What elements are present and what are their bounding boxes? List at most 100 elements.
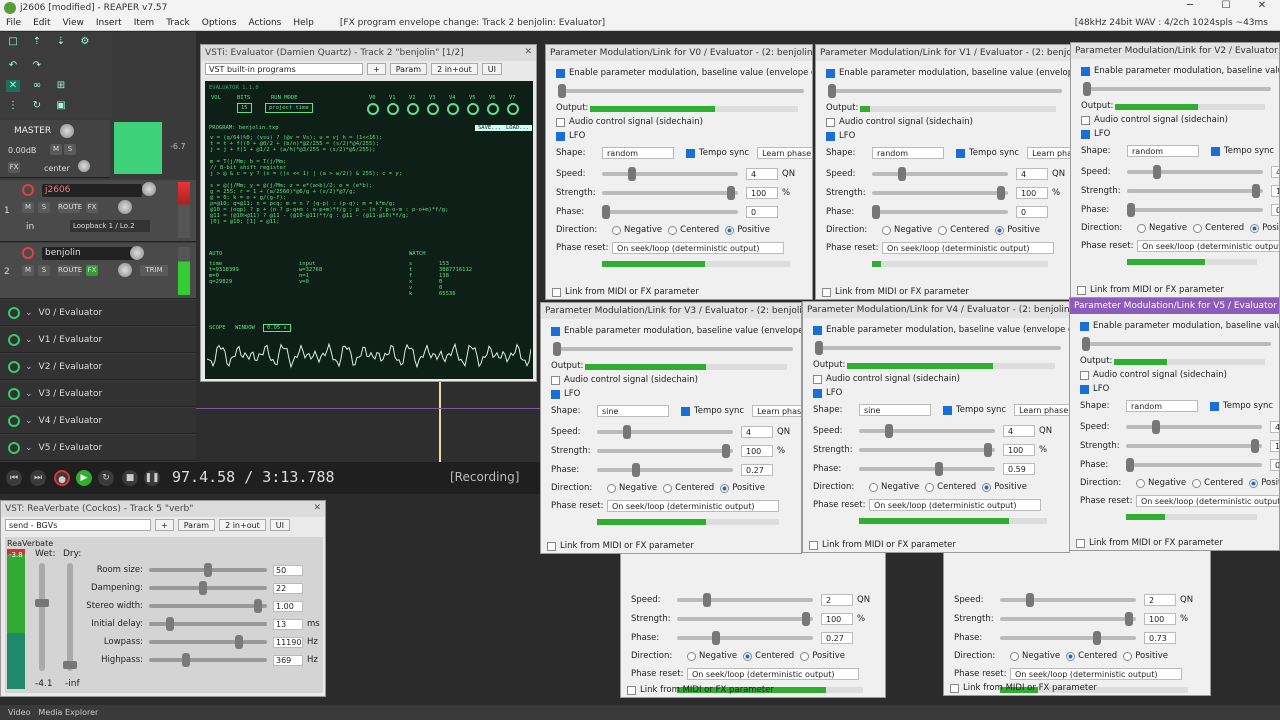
- track-2[interactable]: 2 benjolin M S ROUTE FX TRIM: [0, 243, 196, 299]
- speed-slider[interactable]: [1127, 165, 1263, 179]
- direction-centered-radio[interactable]: [663, 483, 673, 493]
- minimize-icon[interactable]: ─: [1172, 0, 1208, 11]
- direction-positive-radio[interactable]: [1250, 223, 1260, 233]
- baseline-slider[interactable]: [558, 84, 804, 98]
- direction-negative-radio[interactable]: [1136, 478, 1145, 488]
- link-checkbox[interactable]: [1076, 538, 1085, 548]
- phase-slider[interactable]: [602, 205, 738, 219]
- master-pan-knob[interactable]: [78, 160, 90, 172]
- direction-negative-radio[interactable]: [869, 482, 878, 492]
- strength-value[interactable]: 100: [1144, 613, 1176, 625]
- link-checkbox[interactable]: [627, 685, 636, 695]
- speed-slider[interactable]: [1000, 593, 1136, 607]
- envelope-lane[interactable]: ⌄ V2 / Evaluator: [0, 354, 196, 380]
- audio-checkbox[interactable]: [556, 117, 565, 127]
- media-explorer-tab[interactable]: Media Explorer: [38, 708, 98, 717]
- direction-centered-radio[interactable]: [1192, 478, 1202, 488]
- menu-item[interactable]: Item: [134, 18, 155, 28]
- track-2-trim-button[interactable]: TRIM: [140, 265, 168, 276]
- master-volume-knob[interactable]: [60, 124, 74, 138]
- phase-slider[interactable]: [1000, 631, 1136, 645]
- audio-checkbox[interactable]: [551, 375, 560, 385]
- phase-reset-select[interactable]: On seek/loop (deterministic output): [607, 500, 779, 512]
- track-2-pan-knob[interactable]: [118, 263, 132, 277]
- speed-slider[interactable]: [872, 167, 1008, 181]
- audio-checkbox[interactable]: [813, 374, 822, 384]
- speed-value[interactable]: 4: [746, 168, 778, 180]
- open-icon[interactable]: ⇡: [30, 36, 44, 48]
- video-tab[interactable]: Video: [8, 708, 30, 717]
- param-button[interactable]: Param: [177, 519, 216, 531]
- shape-select[interactable]: random: [1127, 145, 1199, 157]
- menu-file[interactable]: File: [6, 18, 21, 28]
- shape-select[interactable]: sine: [859, 404, 931, 416]
- knob[interactable]: [367, 103, 379, 115]
- master-track[interactable]: MASTER 0.00dB M S FX center: [0, 120, 110, 178]
- strength-slider[interactable]: [602, 186, 738, 200]
- track-1-fx-button[interactable]: FX: [86, 202, 98, 213]
- shape-select[interactable]: sine: [597, 405, 669, 417]
- audio-checkbox[interactable]: [1081, 115, 1090, 125]
- track-2-solo-button[interactable]: S: [38, 265, 50, 276]
- load-button[interactable]: LOAD...: [503, 125, 533, 131]
- enable-checkbox[interactable]: [1081, 66, 1090, 76]
- power-icon[interactable]: [8, 333, 20, 346]
- enable-checkbox[interactable]: [556, 68, 565, 78]
- phase-reset-select[interactable]: On seek/loop (deterministic output): [882, 242, 1054, 254]
- param-slider[interactable]: [149, 617, 267, 631]
- lock-icon[interactable]: ▣: [54, 100, 68, 112]
- direction-negative-radio[interactable]: [882, 225, 891, 235]
- menu-track[interactable]: Track: [166, 18, 190, 28]
- menu-view[interactable]: View: [63, 18, 84, 28]
- snap-icon[interactable]: ⋮: [6, 100, 20, 112]
- menu-edit[interactable]: Edit: [33, 18, 50, 28]
- shape-select[interactable]: random: [1126, 400, 1198, 412]
- record-button[interactable]: ●: [54, 470, 70, 486]
- baseline-slider[interactable]: [828, 84, 1062, 98]
- menu-help[interactable]: Help: [293, 18, 314, 28]
- track-1-name[interactable]: j2606: [42, 184, 142, 197]
- baseline-slider[interactable]: [553, 342, 793, 356]
- run-mode-value[interactable]: project time: [265, 103, 313, 113]
- tempo-sync-checkbox[interactable]: [681, 406, 690, 416]
- track-2-fx-button[interactable]: FX: [86, 265, 98, 276]
- speed-slider[interactable]: [1126, 420, 1262, 434]
- knob[interactable]: [487, 103, 499, 115]
- baseline-slider[interactable]: [815, 341, 1061, 355]
- direction-negative-radio[interactable]: [607, 483, 616, 493]
- learn-phase-button[interactable]: Learn phase: [1014, 404, 1069, 416]
- phase-reset-select[interactable]: On seek/loop (deterministic output): [869, 499, 1041, 511]
- param-value[interactable]: 50: [273, 564, 303, 576]
- tempo-sync-checkbox[interactable]: [1210, 401, 1219, 411]
- link-checkbox[interactable]: [1077, 285, 1086, 295]
- lfo-checkbox[interactable]: [1081, 129, 1090, 139]
- strength-slider[interactable]: [1000, 612, 1136, 626]
- phase-value[interactable]: 0.73: [1144, 632, 1176, 644]
- tempo-sync-checkbox[interactable]: [956, 148, 965, 158]
- save-button[interactable]: SAVE...: [475, 125, 505, 131]
- lfo-checkbox[interactable]: [556, 131, 565, 141]
- direction-centered-radio[interactable]: [925, 482, 935, 492]
- phase-value[interactable]: 0: [1271, 204, 1279, 216]
- power-icon[interactable]: [8, 441, 20, 454]
- param-value[interactable]: 1.00: [273, 600, 303, 612]
- add-preset-button[interactable]: +: [367, 63, 386, 75]
- envelope-lane[interactable]: ⌄ V1 / Evaluator: [0, 327, 196, 353]
- phase-reset-select[interactable]: On seek/loop (deterministic output): [1137, 240, 1279, 252]
- phase-slider[interactable]: [872, 205, 1008, 219]
- knob[interactable]: [507, 103, 519, 115]
- add-preset-button[interactable]: +: [155, 519, 174, 531]
- lfo-checkbox[interactable]: [826, 131, 835, 141]
- envelope-lane[interactable]: ⌄ V0 / Evaluator: [0, 300, 196, 326]
- strength-slider[interactable]: [597, 444, 733, 458]
- bits-value[interactable]: 15: [237, 103, 252, 113]
- direction-positive-radio[interactable]: [725, 225, 735, 235]
- learn-phase-button[interactable]: Learn phase: [1027, 147, 1070, 159]
- io-button[interactable]: 2 in+out: [431, 63, 478, 75]
- close-icon[interactable]: ✕: [524, 47, 532, 57]
- link-checkbox[interactable]: [822, 287, 831, 297]
- record-arm-icon[interactable]: [22, 247, 34, 259]
- power-icon[interactable]: [8, 360, 20, 373]
- direction-positive-radio[interactable]: [720, 483, 730, 493]
- param-slider[interactable]: [149, 563, 267, 577]
